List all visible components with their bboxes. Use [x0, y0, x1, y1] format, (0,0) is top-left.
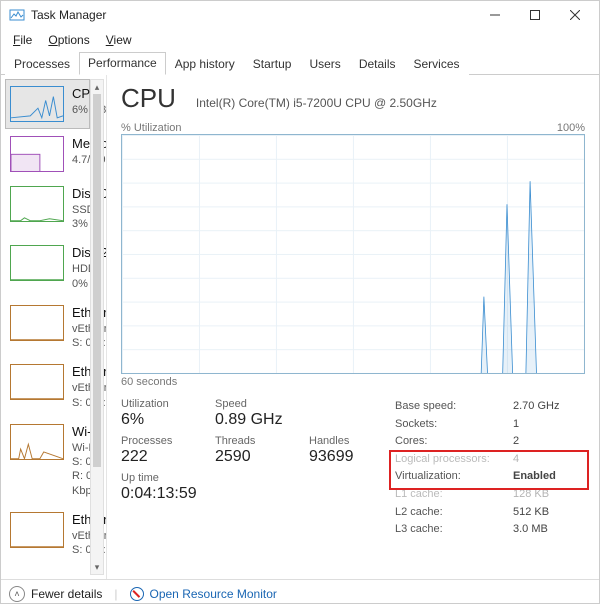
- kv-value: 512 KB: [513, 504, 585, 522]
- kv-key: L2 cache:: [395, 504, 513, 522]
- scroll-down-icon[interactable]: ▾: [91, 560, 103, 574]
- stat-value-processes: 222: [121, 448, 191, 466]
- stat-value-speed: 0.89 GHz: [215, 411, 285, 429]
- kv-key: Cores:: [395, 433, 513, 451]
- disk-thumb-icon: [10, 245, 64, 281]
- tab-details[interactable]: Details: [350, 53, 405, 75]
- tab-startup[interactable]: Startup: [244, 53, 301, 75]
- chart-label-right: 100%: [557, 122, 585, 134]
- tab-users[interactable]: Users: [300, 53, 349, 75]
- menubar: File Options View: [1, 29, 599, 53]
- kv-key: L3 cache:: [395, 521, 513, 539]
- menu-file[interactable]: File: [7, 31, 38, 49]
- tab-services[interactable]: Services: [405, 53, 469, 75]
- chart-label-left: % Utilization: [121, 122, 182, 134]
- sidebar-item-memory[interactable]: Memory 4.7/7.9 GB (59%): [5, 129, 90, 179]
- cpu-description: Intel(R) Core(TM) i5-7200U CPU @ 2.50GHz: [196, 96, 437, 110]
- menu-options[interactable]: Options: [42, 31, 95, 49]
- scroll-up-icon[interactable]: ▴: [91, 80, 103, 94]
- sidebar-item-ethernet-2[interactable]: Ethernet vEthernet (Wi-Fi) S: 0 R: 0 Kbp…: [5, 357, 90, 416]
- window-title: Task Manager: [31, 8, 475, 22]
- sidebar: CPU 6% 0.89 GHz Memory 4.7/7.9 GB (59%): [1, 75, 107, 579]
- sidebar-item-disk2[interactable]: Disk 2 (E:) HDD 0%: [5, 238, 90, 297]
- network-thumb-icon: [10, 364, 64, 400]
- kv-key: Base speed:: [395, 398, 513, 416]
- fewer-details-link[interactable]: Fewer details: [31, 587, 102, 601]
- stats-right: Base speed:2.70 GHz Sockets:1 Cores:2 Lo…: [395, 398, 585, 539]
- maximize-button[interactable]: [515, 1, 555, 29]
- stat-value-utilization: 6%: [121, 411, 191, 429]
- tabstrip: Processes Performance App history Startu…: [1, 53, 599, 75]
- kv-value: 3.0 MB: [513, 521, 585, 539]
- kv-value: 2.70 GHz: [513, 398, 585, 416]
- sidebar-item-wifi[interactable]: Wi-Fi Wi-Fi S: 0 R: 0 Kbps: [5, 417, 90, 505]
- main-panel: CPU Intel(R) Core(TM) i5-7200U CPU @ 2.5…: [107, 75, 599, 579]
- stat-label: Processes: [121, 435, 191, 447]
- menu-view[interactable]: View: [100, 31, 138, 49]
- minimize-button[interactable]: [475, 1, 515, 29]
- sidebar-item-disk0[interactable]: Disk 0 (C: D:) SSD 3%: [5, 179, 90, 238]
- stats-left: Utilization 6% Speed 0.89 GHz Processes …: [121, 398, 379, 539]
- sidebar-item-cpu[interactable]: CPU 6% 0.89 GHz: [5, 79, 90, 129]
- stat-value-uptime: 0:04:13:59: [121, 485, 379, 503]
- divider: |: [114, 587, 117, 601]
- disk-thumb-icon: [10, 186, 64, 222]
- memory-thumb-icon: [10, 136, 64, 172]
- network-thumb-icon: [10, 305, 64, 341]
- wifi-thumb-icon: [10, 424, 64, 460]
- stat-value-threads: 2590: [215, 448, 285, 466]
- page-title: CPU: [121, 83, 176, 114]
- sidebar-item-ethernet-1[interactable]: Ethernet vEthernet (Default ... S: 0 R: …: [5, 298, 90, 357]
- chevron-up-icon[interactable]: ˄: [9, 586, 25, 602]
- stat-label: Utilization: [121, 398, 191, 410]
- stat-label: Up time: [121, 472, 379, 484]
- kv-value: 2: [513, 433, 585, 451]
- tab-performance[interactable]: Performance: [79, 52, 166, 75]
- scrollbar-thumb[interactable]: [93, 94, 101, 467]
- sidebar-scrollbar[interactable]: ▴ ▾: [90, 79, 104, 575]
- network-thumb-icon: [10, 512, 64, 548]
- close-button[interactable]: [555, 1, 595, 29]
- open-resource-monitor-link[interactable]: Open Resource Monitor: [150, 587, 277, 601]
- titlebar: Task Manager: [1, 1, 599, 29]
- chart-x-label: 60 seconds: [121, 376, 585, 388]
- resource-monitor-icon[interactable]: [130, 587, 144, 601]
- stat-label: Threads: [215, 435, 285, 447]
- cpu-utilization-chart[interactable]: [121, 134, 585, 374]
- sidebar-item-ethernet-3[interactable]: Ethernet vEthernet (Ethernet) S: 0 R: 0 …: [5, 505, 90, 564]
- stat-label: Speed: [215, 398, 285, 410]
- stat-label: Handles: [309, 435, 379, 447]
- kv-key: Sockets:: [395, 416, 513, 434]
- highlight-box: [389, 450, 589, 490]
- kv-value: 1: [513, 416, 585, 434]
- content: CPU 6% 0.89 GHz Memory 4.7/7.9 GB (59%): [1, 75, 599, 579]
- cpu-thumb-icon: [10, 86, 64, 122]
- footer: ˄ Fewer details | Open Resource Monitor: [1, 579, 599, 607]
- stat-value-handles: 93699: [309, 448, 379, 466]
- app-icon: [9, 7, 25, 23]
- tab-app-history[interactable]: App history: [166, 53, 244, 75]
- tab-processes[interactable]: Processes: [5, 53, 79, 75]
